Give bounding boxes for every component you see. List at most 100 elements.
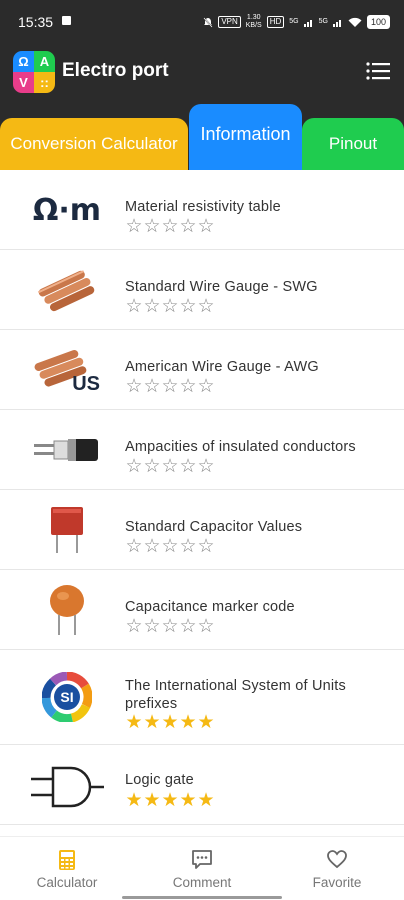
si-text: SI — [60, 689, 74, 705]
star-empty-icon[interactable]: ☆ — [143, 217, 161, 237]
nav-comment-label: Comment — [172, 875, 232, 890]
rating-stars[interactable]: ☆☆☆☆☆ — [125, 537, 215, 557]
tab-information[interactable]: Information — [189, 104, 302, 170]
star-empty-icon[interactable]: ☆ — [161, 617, 179, 637]
list-menu-icon[interactable] — [366, 61, 390, 81]
item-label: The International System of Units prefix… — [125, 678, 346, 712]
cable-graphic — [34, 439, 98, 461]
vpn-badge: VPN — [218, 16, 241, 28]
item-label: American Wire Gauge - AWG — [125, 359, 319, 375]
star-empty-icon[interactable]: ☆ — [161, 377, 179, 397]
star-empty-icon[interactable]: ☆ — [125, 457, 143, 477]
star-filled-icon[interactable]: ★ — [197, 791, 215, 811]
bottom-navigation: Calculator Comment Favorite — [0, 836, 404, 900]
list-item[interactable]: Ampacities of insulated conductors ☆☆☆☆☆ — [0, 410, 404, 490]
star-empty-icon[interactable]: ☆ — [143, 377, 161, 397]
status-bar: 15:35 VPN 1.30 KB/S HD 5G 5G 100 — [0, 0, 404, 44]
us-text: US — [72, 373, 100, 395]
rating-stars[interactable]: ☆☆☆☆☆ — [125, 457, 215, 477]
star-empty-icon[interactable]: ☆ — [125, 537, 143, 557]
nav-calculator[interactable]: Calculator — [0, 849, 134, 890]
star-empty-icon[interactable]: ☆ — [197, 457, 215, 477]
star-filled-icon[interactable]: ★ — [125, 791, 143, 811]
star-empty-icon[interactable]: ☆ — [197, 377, 215, 397]
battery-level: 100 — [366, 15, 390, 29]
calculator-icon — [59, 850, 75, 870]
logo-cell-a: A — [34, 51, 55, 72]
list-item[interactable]: SI The International System of Units pre… — [0, 650, 404, 745]
star-filled-icon[interactable]: ★ — [143, 713, 161, 733]
star-empty-icon[interactable]: ☆ — [143, 297, 161, 317]
copper-wires-icon — [28, 260, 106, 320]
star-empty-icon[interactable]: ☆ — [161, 297, 179, 317]
star-empty-icon[interactable]: ☆ — [197, 617, 215, 637]
copper-wires-us-icon: US — [28, 340, 106, 400]
item-label: Logic gate — [125, 772, 194, 788]
list-item[interactable]: Logic gate ★★★★★ — [0, 745, 404, 825]
star-empty-icon[interactable]: ☆ — [197, 297, 215, 317]
rating-stars[interactable]: ☆☆☆☆☆ — [125, 297, 215, 317]
item-label: Capacitance marker code — [125, 599, 295, 615]
rating-stars[interactable]: ☆☆☆☆☆ — [125, 377, 215, 397]
star-empty-icon[interactable]: ☆ — [125, 297, 143, 317]
star-empty-icon[interactable]: ☆ — [125, 617, 143, 637]
rating-stars[interactable]: ★★★★★ — [125, 791, 215, 811]
rating-stars[interactable]: ☆☆☆☆☆ — [125, 617, 215, 637]
hd-badge: HD — [266, 16, 285, 28]
signal-bars-2-icon — [332, 20, 341, 27]
nav-favorite[interactable]: Favorite — [270, 849, 404, 890]
star-empty-icon[interactable]: ☆ — [179, 537, 197, 557]
list-item[interactable]: Standard Wire Gauge - SWG ☆☆☆☆☆ — [0, 250, 404, 330]
app-bar: Ω A V :: Electro port — [0, 44, 404, 100]
item-label: Ampacities of insulated conductors — [125, 439, 356, 455]
list-item[interactable]: US American Wire Gauge - AWG ☆☆☆☆☆ — [0, 330, 404, 410]
nav-comment[interactable]: Comment — [135, 849, 269, 890]
wifi-icon — [348, 17, 362, 27]
item-label: Standard Wire Gauge - SWG — [125, 279, 318, 295]
logo-cell-omega: Ω — [13, 51, 34, 72]
logo-cell-v: V — [13, 72, 34, 93]
star-empty-icon[interactable]: ☆ — [143, 457, 161, 477]
ohm-meter-icon: Ω·m — [28, 180, 106, 240]
star-filled-icon[interactable]: ★ — [197, 713, 215, 733]
tab-pinout[interactable]: Pinout — [302, 118, 404, 170]
star-empty-icon[interactable]: ☆ — [179, 297, 197, 317]
star-empty-icon[interactable]: ☆ — [197, 537, 215, 557]
mute-icon — [203, 17, 213, 27]
app-logo: Ω A V :: — [13, 51, 55, 93]
ceramic-capacitor-icon — [28, 580, 106, 640]
rating-stars[interactable]: ☆☆☆☆☆ — [125, 217, 215, 237]
star-filled-icon[interactable]: ★ — [125, 713, 143, 733]
star-empty-icon[interactable]: ☆ — [125, 217, 143, 237]
si-units-icon: SI — [28, 667, 106, 727]
heart-icon — [327, 850, 347, 869]
logo-cell-grid: :: — [34, 72, 55, 93]
star-filled-icon[interactable]: ★ — [179, 713, 197, 733]
status-icons: VPN 1.30 KB/S HD 5G 5G 100 — [203, 14, 390, 30]
star-filled-icon[interactable]: ★ — [161, 791, 179, 811]
signal-2: 5G — [318, 18, 328, 25]
star-filled-icon[interactable]: ★ — [143, 791, 161, 811]
star-filled-icon[interactable]: ★ — [179, 791, 197, 811]
tab-conversion-calculator[interactable]: Conversion Calculator — [0, 118, 188, 170]
star-empty-icon[interactable]: ☆ — [179, 217, 197, 237]
star-empty-icon[interactable]: ☆ — [197, 217, 215, 237]
star-empty-icon[interactable]: ☆ — [125, 377, 143, 397]
list-item[interactable]: Ω·m Material resistivity table ☆☆☆☆☆ — [0, 170, 404, 250]
star-empty-icon[interactable]: ☆ — [161, 217, 179, 237]
star-empty-icon[interactable]: ☆ — [161, 537, 179, 557]
star-empty-icon[interactable]: ☆ — [143, 537, 161, 557]
and-gate-graphic — [31, 766, 104, 808]
status-time: 15:35 — [18, 14, 54, 30]
star-empty-icon[interactable]: ☆ — [179, 377, 197, 397]
list-item[interactable]: Standard Capacitor Values ☆☆☆☆☆ — [0, 490, 404, 570]
star-empty-icon[interactable]: ☆ — [179, 617, 197, 637]
star-filled-icon[interactable]: ★ — [161, 713, 179, 733]
star-empty-icon[interactable]: ☆ — [179, 457, 197, 477]
rating-stars[interactable]: ★★★★★ — [125, 713, 215, 733]
copper-wires-graphic — [37, 270, 95, 312]
home-indicator[interactable] — [122, 896, 282, 899]
list-item[interactable]: Capacitance marker code ☆☆☆☆☆ — [0, 570, 404, 650]
star-empty-icon[interactable]: ☆ — [161, 457, 179, 477]
star-empty-icon[interactable]: ☆ — [143, 617, 161, 637]
